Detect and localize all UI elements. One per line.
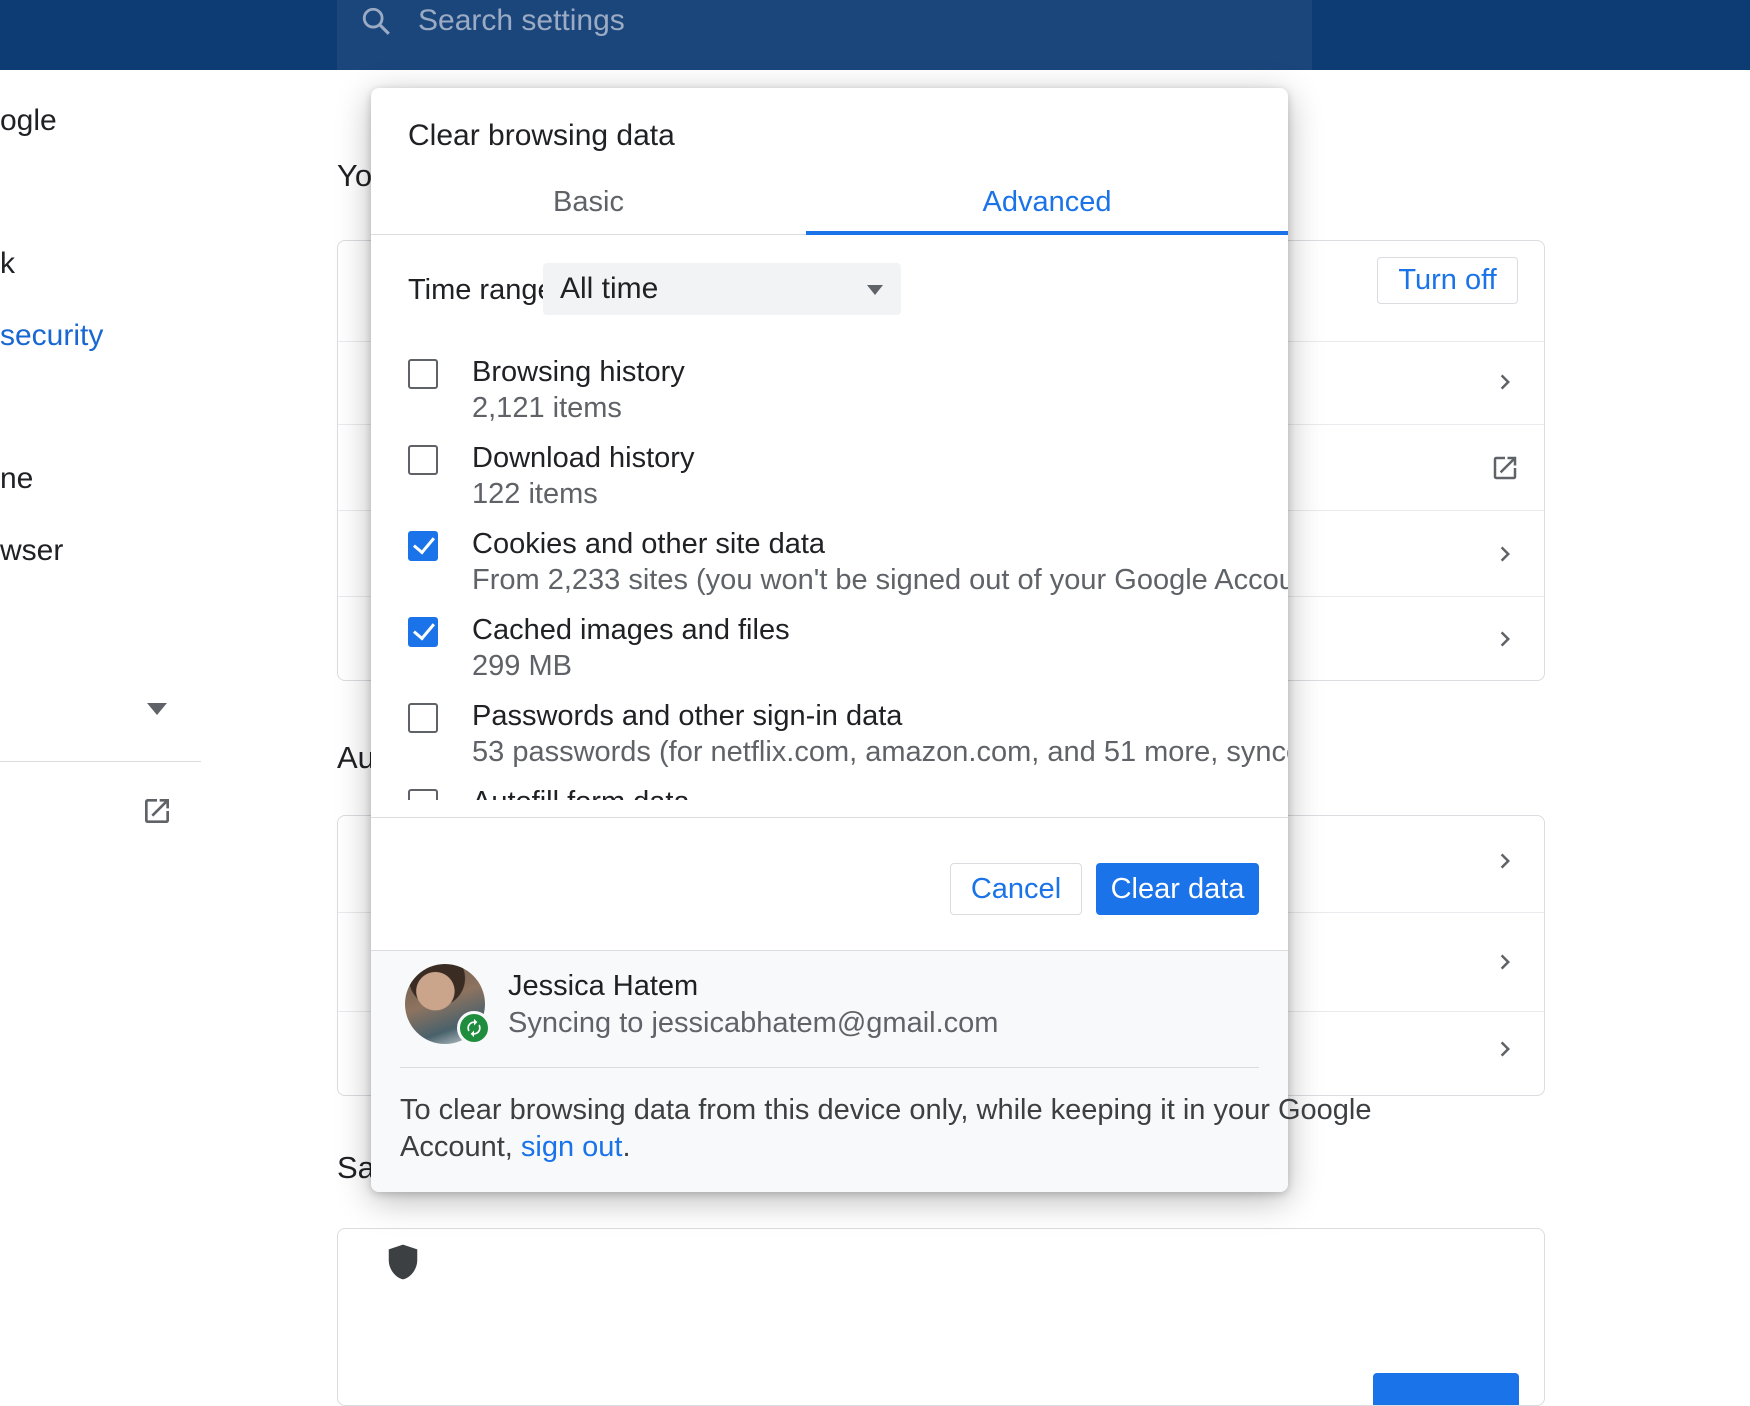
- safety-check-card: [337, 1228, 1545, 1406]
- turn-off-button[interactable]: Turn off: [1377, 257, 1518, 304]
- sync-divider: [400, 1067, 1259, 1068]
- sidebar-item-you-and-google[interactable]: ogle: [0, 104, 57, 138]
- footer-text-line2-prefix: Account,: [400, 1131, 521, 1163]
- clear-data-button[interactable]: Clear data: [1096, 863, 1259, 915]
- item-title: Cookies and other site data: [472, 527, 825, 561]
- chevron-right-icon[interactable]: [1490, 539, 1520, 569]
- dialog-title: Clear browsing data: [408, 117, 675, 155]
- time-range-value: All time: [560, 272, 658, 306]
- row-passwords: Passwords and other sign-in data 53 pass…: [371, 699, 1288, 785]
- chevron-right-icon[interactable]: [1490, 1034, 1520, 1064]
- sidebar-divider: [0, 761, 201, 762]
- chevron-right-icon[interactable]: [1490, 947, 1520, 977]
- chevron-right-icon[interactable]: [1490, 846, 1520, 876]
- active-tab-underline: [806, 231, 1288, 235]
- item-title: Browsing history: [472, 355, 685, 389]
- row-browsing-history: Browsing history 2,121 items: [371, 355, 1288, 441]
- chevron-down-icon: [867, 285, 883, 295]
- account-sync-status: Syncing to jessicabhatem@gmail.com: [508, 1007, 998, 1040]
- dialog-divider: [371, 817, 1288, 818]
- item-title: Cached images and files: [472, 613, 790, 647]
- search-icon: [359, 4, 393, 38]
- item-subtitle: 2,121 items: [472, 391, 622, 425]
- sidebar-advanced-caret-icon[interactable]: [147, 703, 167, 715]
- item-subtitle: From 2,233 sites (you won't be signed ou…: [472, 563, 1288, 597]
- search-placeholder: Search settings: [418, 1, 625, 41]
- item-title: Download history: [472, 441, 694, 475]
- passwords-checkbox[interactable]: [408, 703, 438, 733]
- settings-toolbar: Search settings: [0, 0, 1750, 70]
- row-autofill: Autofill form data: [371, 785, 1288, 800]
- sidebar-item-default-browser[interactable]: wser: [0, 534, 63, 568]
- shield-icon: [384, 1243, 422, 1281]
- item-subtitle: 299 MB: [472, 649, 572, 683]
- chevron-right-icon[interactable]: [1490, 367, 1520, 397]
- sync-badge-icon: [457, 1011, 491, 1045]
- check-now-button[interactable]: [1373, 1373, 1519, 1406]
- sync-account-section: Jessica Hatem Syncing to jessicabhatem@g…: [371, 950, 1288, 1192]
- row-download-history: Download history 122 items: [371, 441, 1288, 527]
- footer-text-line1: To clear browsing data from this device …: [400, 1092, 1371, 1129]
- row-cookies: Cookies and other site data From 2,233 s…: [371, 527, 1288, 613]
- cookies-checkbox[interactable]: [408, 531, 438, 561]
- sidebar-item-privacy-security[interactable]: security: [0, 319, 103, 353]
- download-history-checkbox[interactable]: [408, 445, 438, 475]
- item-title: Autofill form data: [472, 785, 690, 800]
- tab-advanced[interactable]: Advanced: [806, 170, 1288, 234]
- footer-text-line2: Account, sign out.: [400, 1129, 631, 1166]
- extensions-external-link-icon[interactable]: [141, 795, 173, 827]
- item-subtitle: 53 passwords (for netflix.com, amazon.co…: [472, 735, 1288, 769]
- account-name: Jessica Hatem: [508, 970, 698, 1003]
- external-link-icon[interactable]: [1490, 453, 1520, 483]
- row-cached-images: Cached images and files 299 MB: [371, 613, 1288, 699]
- cached-images-checkbox[interactable]: [408, 617, 438, 647]
- time-range-select[interactable]: All time: [543, 263, 901, 315]
- time-range-label: Time range: [408, 274, 554, 307]
- clear-browsing-data-dialog: Clear browsing data Basic Advanced Time …: [371, 88, 1288, 1192]
- autofill-checkbox[interactable]: [408, 789, 438, 800]
- cancel-button[interactable]: Cancel: [950, 863, 1082, 915]
- chevron-right-icon[interactable]: [1490, 624, 1520, 654]
- browsing-history-checkbox[interactable]: [408, 359, 438, 389]
- item-subtitle: 122 items: [472, 477, 598, 511]
- item-title: Passwords and other sign-in data: [472, 699, 902, 733]
- dialog-tabs: Basic Advanced: [371, 170, 1288, 235]
- clear-data-options-list: Browsing history 2,121 items Download hi…: [371, 338, 1288, 800]
- footer-text-suffix: .: [622, 1131, 630, 1163]
- sign-out-link[interactable]: sign out: [521, 1131, 623, 1163]
- search-settings-field[interactable]: Search settings: [337, 0, 1312, 70]
- sidebar-item-safety-check[interactable]: k: [0, 247, 15, 281]
- tab-basic[interactable]: Basic: [371, 170, 806, 234]
- sidebar-item-search-engine[interactable]: ne: [0, 462, 33, 496]
